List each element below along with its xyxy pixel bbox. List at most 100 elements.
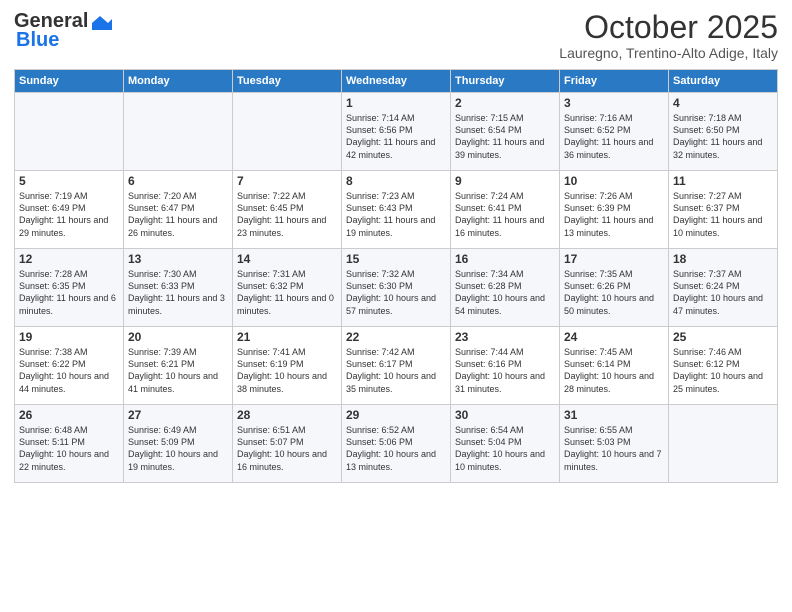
header: General Blue October 2025 Lauregno, Tren… [14, 10, 778, 61]
cell-w5-d4: 30 Sunrise: 6:54 AM Sunset: 5:04 PM Dayli… [451, 405, 560, 483]
cell-w3-d3: 15Sunrise: 7:32 AM Sunset: 6:30 PM Dayli… [342, 249, 451, 327]
cell-w3-d0: 12Sunrise: 7:28 AM Sunset: 6:35 PM Dayli… [15, 249, 124, 327]
cell-w5-d0: 26 Sunrise: 6:48 AM Sunset: 5:11 PM Dayli… [15, 405, 124, 483]
day-info: Sunrise: 7:27 AM Sunset: 6:37 PM Dayligh… [673, 190, 773, 239]
day-info: Sunrise: 7:31 AM Sunset: 6:32 PM Dayligh… [237, 268, 337, 317]
cell-w5-d3: 29 Sunrise: 6:52 AM Sunset: 5:06 PM Dayli… [342, 405, 451, 483]
day-number: 14 [237, 252, 337, 266]
title-block: October 2025 Lauregno, Trentino-Alto Adi… [559, 10, 778, 61]
day-number: 26 [19, 408, 119, 422]
day-number: 21 [237, 330, 337, 344]
col-wednesday: Wednesday [342, 70, 451, 93]
cell-w4-d2: 21 Sunrise: 7:41 AM Sunset: 6:19 PM Dayli… [233, 327, 342, 405]
cell-w3-d1: 13Sunrise: 7:30 AM Sunset: 6:33 PM Dayli… [124, 249, 233, 327]
week-row-2: 5 Sunrise: 7:19 AM Sunset: 6:49 PM Daylig… [15, 171, 778, 249]
day-info: Sunrise: 7:44 AM Sunset: 6:16 PM Dayligh… [455, 346, 555, 395]
cell-w5-d2: 28 Sunrise: 6:51 AM Sunset: 5:07 PM Dayli… [233, 405, 342, 483]
week-row-1: 1 Sunrise: 7:14 AM Sunset: 6:56 PM Daylig… [15, 93, 778, 171]
day-info: Sunrise: 7:23 AM Sunset: 6:43 PM Dayligh… [346, 190, 446, 239]
day-number: 25 [673, 330, 773, 344]
day-info: Sunrise: 7:24 AM Sunset: 6:41 PM Dayligh… [455, 190, 555, 239]
cell-w2-d6: 11 Sunrise: 7:27 AM Sunset: 6:37 PM Dayli… [669, 171, 778, 249]
cell-w2-d5: 10 Sunrise: 7:26 AM Sunset: 6:39 PM Dayli… [560, 171, 669, 249]
day-info: Sunrise: 7:37 AM Sunset: 6:24 PM Dayligh… [673, 268, 773, 317]
day-number: 5 [19, 174, 119, 188]
day-number: 24 [564, 330, 664, 344]
day-info: Sunrise: 7:26 AM Sunset: 6:39 PM Dayligh… [564, 190, 664, 239]
day-number: 17 [564, 252, 664, 266]
calendar-table: Sunday Monday Tuesday Wednesday Thursday… [14, 69, 778, 483]
day-info: Sunrise: 7:15 AM Sunset: 6:54 PM Dayligh… [455, 112, 555, 161]
logo-wave-icon [92, 16, 112, 30]
week-row-5: 26 Sunrise: 6:48 AM Sunset: 5:11 PM Dayli… [15, 405, 778, 483]
week-row-3: 12Sunrise: 7:28 AM Sunset: 6:35 PM Dayli… [15, 249, 778, 327]
day-info: Sunrise: 7:39 AM Sunset: 6:21 PM Dayligh… [128, 346, 228, 395]
day-number: 12 [19, 252, 119, 266]
day-number: 18 [673, 252, 773, 266]
calendar-title: October 2025 [559, 10, 778, 45]
cell-w5-d5: 31Sunrise: 6:55 AM Sunset: 5:03 PM Dayli… [560, 405, 669, 483]
cell-w1-d0 [15, 93, 124, 171]
day-info: Sunrise: 6:51 AM Sunset: 5:07 PM Dayligh… [237, 424, 337, 473]
day-number: 2 [455, 96, 555, 110]
day-info: Sunrise: 7:32 AM Sunset: 6:30 PM Dayligh… [346, 268, 446, 317]
logo-blue: Blue [14, 29, 59, 52]
cell-w4-d5: 24 Sunrise: 7:45 AM Sunset: 6:14 PM Dayli… [560, 327, 669, 405]
cell-w2-d1: 6 Sunrise: 7:20 AM Sunset: 6:47 PM Daylig… [124, 171, 233, 249]
day-number: 16 [455, 252, 555, 266]
day-info: Sunrise: 6:48 AM Sunset: 5:11 PM Dayligh… [19, 424, 119, 473]
day-info: Sunrise: 7:45 AM Sunset: 6:14 PM Dayligh… [564, 346, 664, 395]
day-info: Sunrise: 7:14 AM Sunset: 6:56 PM Dayligh… [346, 112, 446, 161]
cell-w4-d4: 23 Sunrise: 7:44 AM Sunset: 6:16 PM Dayli… [451, 327, 560, 405]
cell-w5-d1: 27Sunrise: 6:49 AM Sunset: 5:09 PM Dayli… [124, 405, 233, 483]
day-number: 10 [564, 174, 664, 188]
day-number: 30 [455, 408, 555, 422]
col-sunday: Sunday [15, 70, 124, 93]
day-info: Sunrise: 6:54 AM Sunset: 5:04 PM Dayligh… [455, 424, 555, 473]
day-info: Sunrise: 7:34 AM Sunset: 6:28 PM Dayligh… [455, 268, 555, 317]
cell-w2-d4: 9Sunrise: 7:24 AM Sunset: 6:41 PM Daylig… [451, 171, 560, 249]
day-info: Sunrise: 7:19 AM Sunset: 6:49 PM Dayligh… [19, 190, 119, 239]
day-number: 28 [237, 408, 337, 422]
cell-w3-d5: 17Sunrise: 7:35 AM Sunset: 6:26 PM Dayli… [560, 249, 669, 327]
cell-w1-d4: 2 Sunrise: 7:15 AM Sunset: 6:54 PM Daylig… [451, 93, 560, 171]
day-info: Sunrise: 7:20 AM Sunset: 6:47 PM Dayligh… [128, 190, 228, 239]
cell-w4-d0: 19 Sunrise: 7:38 AM Sunset: 6:22 PM Dayli… [15, 327, 124, 405]
day-number: 22 [346, 330, 446, 344]
day-number: 1 [346, 96, 446, 110]
cell-w3-d4: 16 Sunrise: 7:34 AM Sunset: 6:28 PM Dayli… [451, 249, 560, 327]
cell-w2-d0: 5 Sunrise: 7:19 AM Sunset: 6:49 PM Daylig… [15, 171, 124, 249]
logo: General Blue [14, 10, 112, 52]
page: General Blue October 2025 Lauregno, Tren… [0, 0, 792, 612]
day-info: Sunrise: 6:49 AM Sunset: 5:09 PM Dayligh… [128, 424, 228, 473]
day-info: Sunrise: 7:38 AM Sunset: 6:22 PM Dayligh… [19, 346, 119, 395]
day-info: Sunrise: 7:42 AM Sunset: 6:17 PM Dayligh… [346, 346, 446, 395]
cell-w3-d2: 14 Sunrise: 7:31 AM Sunset: 6:32 PM Dayli… [233, 249, 342, 327]
calendar-subtitle: Lauregno, Trentino-Alto Adige, Italy [559, 45, 778, 61]
day-info: Sunrise: 7:46 AM Sunset: 6:12 PM Dayligh… [673, 346, 773, 395]
col-thursday: Thursday [451, 70, 560, 93]
day-number: 4 [673, 96, 773, 110]
cell-w1-d1 [124, 93, 233, 171]
day-info: Sunrise: 6:52 AM Sunset: 5:06 PM Dayligh… [346, 424, 446, 473]
day-number: 11 [673, 174, 773, 188]
cell-w4-d6: 25 Sunrise: 7:46 AM Sunset: 6:12 PM Dayli… [669, 327, 778, 405]
day-info: Sunrise: 7:41 AM Sunset: 6:19 PM Dayligh… [237, 346, 337, 395]
day-number: 6 [128, 174, 228, 188]
day-number: 8 [346, 174, 446, 188]
day-info: Sunrise: 7:16 AM Sunset: 6:52 PM Dayligh… [564, 112, 664, 161]
col-friday: Friday [560, 70, 669, 93]
cell-w3-d6: 18 Sunrise: 7:37 AM Sunset: 6:24 PM Dayli… [669, 249, 778, 327]
col-monday: Monday [124, 70, 233, 93]
day-number: 19 [19, 330, 119, 344]
week-row-4: 19 Sunrise: 7:38 AM Sunset: 6:22 PM Dayli… [15, 327, 778, 405]
cell-w1-d2 [233, 93, 342, 171]
day-info: Sunrise: 7:18 AM Sunset: 6:50 PM Dayligh… [673, 112, 773, 161]
cell-w1-d3: 1 Sunrise: 7:14 AM Sunset: 6:56 PM Daylig… [342, 93, 451, 171]
col-tuesday: Tuesday [233, 70, 342, 93]
day-number: 23 [455, 330, 555, 344]
day-info: Sunrise: 7:30 AM Sunset: 6:33 PM Dayligh… [128, 268, 228, 317]
day-number: 29 [346, 408, 446, 422]
cell-w1-d6: 4 Sunrise: 7:18 AM Sunset: 6:50 PM Daylig… [669, 93, 778, 171]
cell-w5-d6 [669, 405, 778, 483]
